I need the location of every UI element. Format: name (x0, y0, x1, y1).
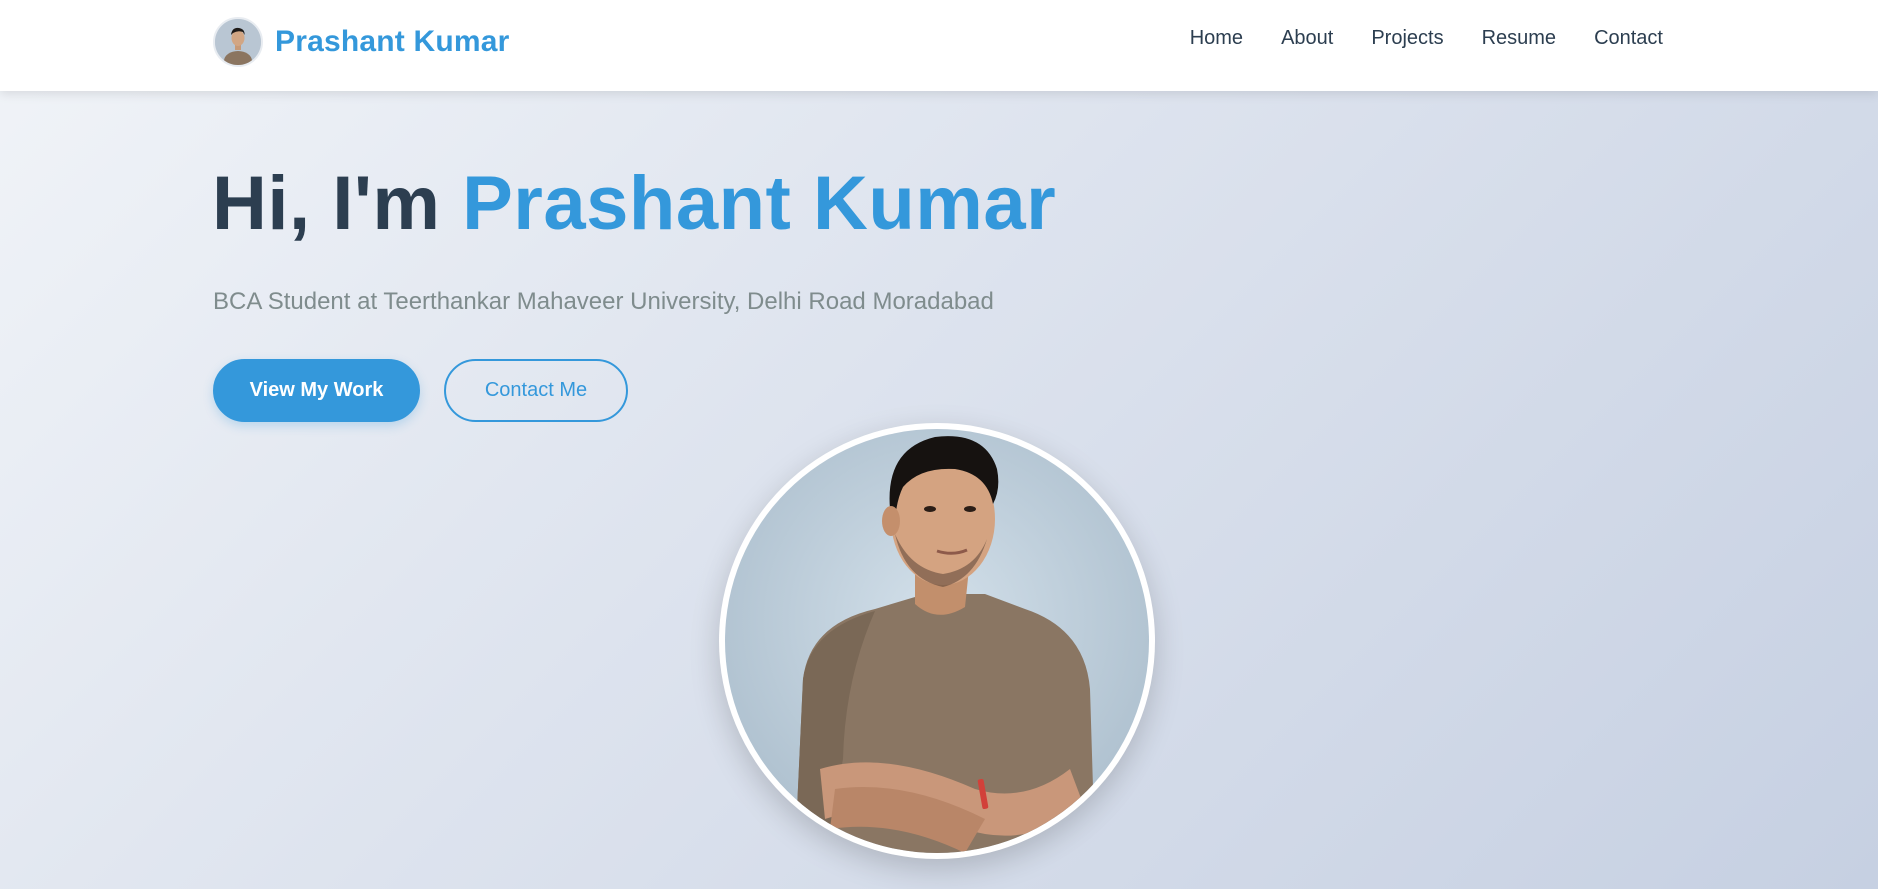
nav-link-projects[interactable]: Projects (1371, 27, 1443, 50)
navbar: Prashant Kumar Home About Projects Resum… (0, 0, 1878, 91)
nav-link-about[interactable]: About (1281, 27, 1333, 50)
hero-name: Prashant Kumar (462, 161, 1057, 246)
hero-subtitle: BCA Student at Teerthankar Mahaveer Univ… (213, 288, 994, 315)
brand-name: Prashant Kumar (275, 25, 510, 58)
hero-greeting: Hi, I'm (212, 161, 463, 246)
nav-link-home[interactable]: Home (1190, 27, 1243, 50)
main-navigation: Home About Projects Resume Contact (1190, 27, 1663, 50)
contact-me-button[interactable]: Contact Me (444, 359, 628, 422)
brand-avatar (213, 17, 263, 67)
view-my-work-button[interactable]: View My Work (213, 359, 420, 422)
hero-title: Hi, I'm Prashant Kumar (212, 160, 1056, 247)
brand-logo-link[interactable]: Prashant Kumar (213, 17, 510, 67)
profile-photo-image (725, 429, 1149, 853)
nav-link-resume[interactable]: Resume (1482, 27, 1556, 50)
profile-photo (719, 423, 1155, 859)
nav-link-contact[interactable]: Contact (1594, 27, 1663, 50)
